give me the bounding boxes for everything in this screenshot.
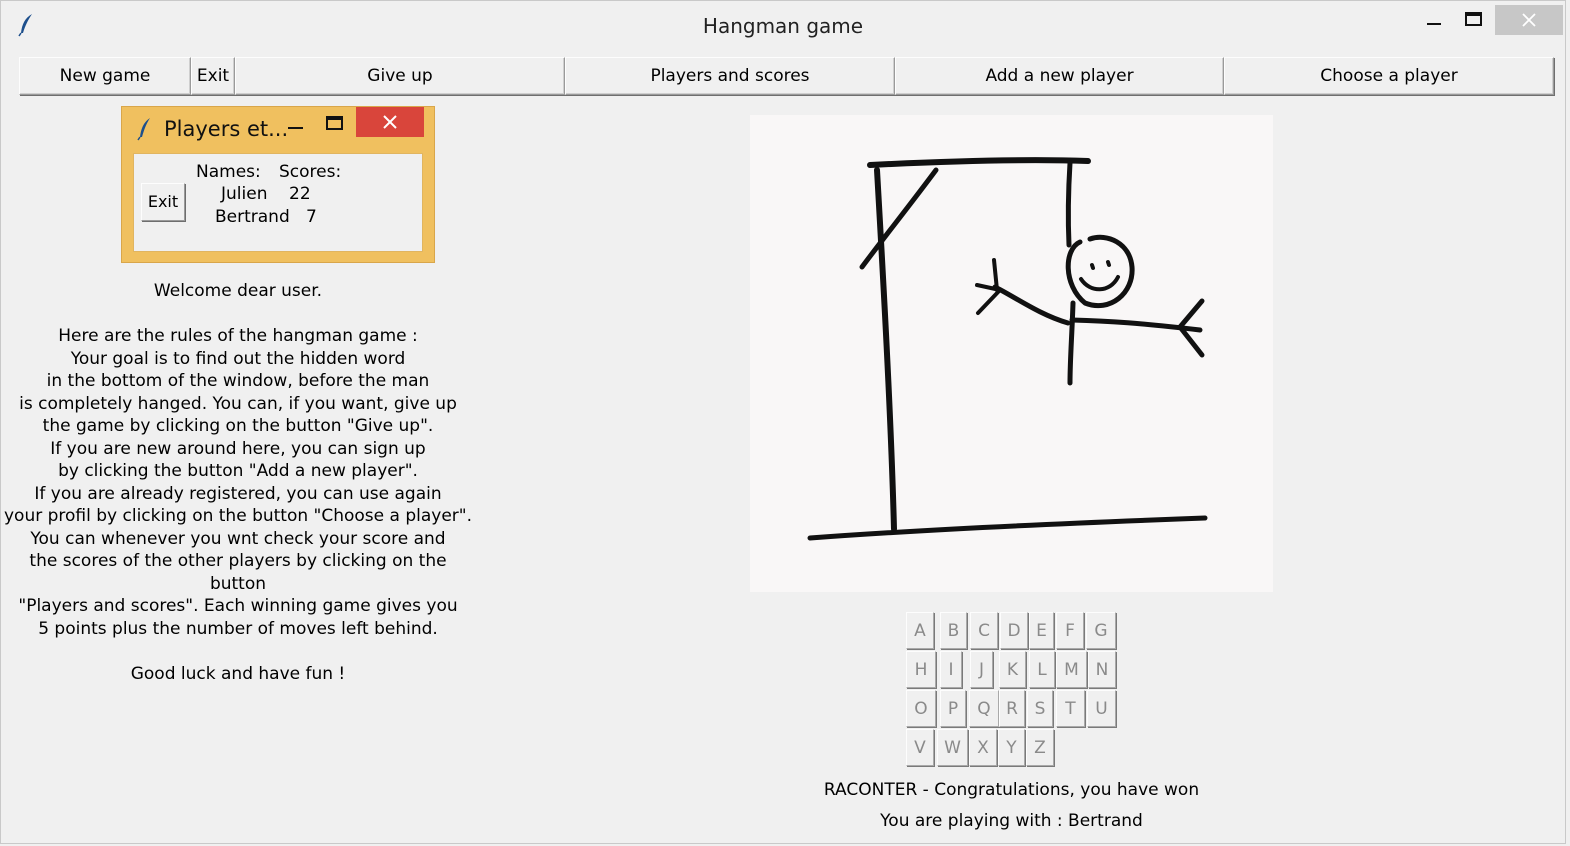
- letter-key[interactable]: P: [940, 690, 966, 727]
- popup-title: Players et...: [164, 117, 289, 141]
- current-player-text: You are playing with : Bertrand: [880, 811, 1143, 831]
- window-title: Hangman game: [702, 14, 864, 38]
- rules-text: Welcome dear user. Here are the rules of…: [3, 281, 473, 684]
- letter-key[interactable]: Y: [998, 729, 1025, 766]
- letter-key[interactable]: M: [1056, 651, 1087, 688]
- letter-key[interactable]: W: [937, 729, 968, 766]
- popup-minimize-button[interactable]: [284, 109, 308, 137]
- players-and-scores-button[interactable]: Players and scores: [565, 57, 895, 95]
- hangman-drawing: [807, 157, 1208, 541]
- player-score: 7: [306, 207, 317, 227]
- letter-key[interactable]: X: [969, 729, 997, 766]
- popup-maximize-button[interactable]: [324, 109, 348, 137]
- players-popup-window: Players et... Exit Names: Scores: Julien…: [121, 106, 435, 263]
- letter-key[interactable]: E: [1029, 612, 1054, 649]
- letter-key[interactable]: A: [906, 612, 934, 649]
- letter-key[interactable]: J: [970, 651, 993, 688]
- letter-key[interactable]: K: [999, 651, 1026, 688]
- exit-button[interactable]: Exit: [191, 57, 235, 95]
- player-name: Julien: [221, 184, 268, 204]
- letter-key[interactable]: N: [1088, 651, 1116, 688]
- letter-key[interactable]: U: [1087, 690, 1116, 727]
- letter-key[interactable]: B: [940, 612, 967, 649]
- hangman-canvas: [750, 115, 1273, 592]
- toolbar: New game Exit Give up Players and scores…: [19, 57, 1556, 95]
- give-up-button[interactable]: Give up: [235, 57, 565, 95]
- choose-player-button[interactable]: Choose a player: [1224, 57, 1554, 95]
- letter-key[interactable]: O: [906, 690, 936, 727]
- letter-key[interactable]: C: [970, 612, 998, 649]
- new-game-button[interactable]: New game: [19, 57, 191, 95]
- letter-key[interactable]: Q: [969, 690, 999, 727]
- main-window: Hangman game New game Exit Give up Playe…: [0, 0, 1566, 844]
- close-button[interactable]: [1495, 5, 1563, 35]
- popup-body: Exit Names: Scores: Julien 22 Bertrand 7: [133, 153, 423, 252]
- letter-key[interactable]: H: [906, 651, 936, 688]
- letter-key[interactable]: D: [1000, 612, 1028, 649]
- maximize-button[interactable]: [1451, 5, 1497, 35]
- letter-key[interactable]: R: [999, 690, 1025, 727]
- add-new-player-button[interactable]: Add a new player: [895, 57, 1224, 95]
- feather-icon: [136, 117, 154, 141]
- letter-key[interactable]: I: [940, 651, 962, 688]
- player-score: 22: [289, 184, 311, 204]
- scores-header: Scores:: [279, 162, 342, 182]
- letter-key[interactable]: G: [1086, 612, 1116, 649]
- names-header: Names:: [196, 162, 261, 182]
- popup-exit-button[interactable]: Exit: [141, 183, 185, 221]
- title-bar: Hangman game: [1, 1, 1565, 49]
- letter-key[interactable]: V: [906, 729, 934, 766]
- letter-key[interactable]: S: [1027, 690, 1053, 727]
- game-result-text: RACONTER - Congratulations, you have won: [823, 780, 1200, 800]
- popup-close-button[interactable]: [356, 107, 424, 137]
- letter-key[interactable]: F: [1056, 612, 1084, 649]
- letter-key[interactable]: Z: [1026, 729, 1054, 766]
- letter-key[interactable]: T: [1056, 690, 1085, 727]
- player-name: Bertrand: [215, 207, 290, 227]
- letter-key[interactable]: L: [1029, 651, 1055, 688]
